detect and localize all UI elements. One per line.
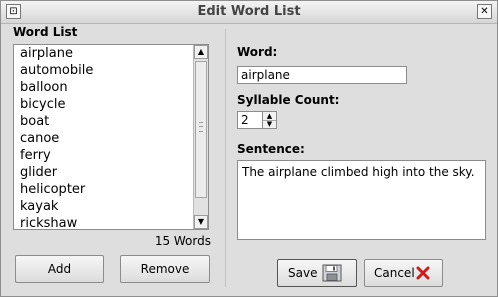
edit-word-list-window: ⊡ Edit Word List ✕ Word List airplane au… [0,0,498,297]
list-item[interactable]: rickshaw [14,215,192,229]
word-count-label: 15 Words [154,234,211,248]
cancel-button[interactable]: Cancel [364,259,443,287]
pane-divider [225,29,226,287]
word-input[interactable]: airplane [237,66,407,84]
scrollbar-thumb[interactable] [195,61,207,198]
red-x-icon [416,266,430,280]
scroll-down-arrow-icon[interactable]: ▼ [194,215,208,229]
word-list-scrollbar[interactable]: ▲ ▼ [193,45,208,229]
list-item[interactable]: glider [14,164,192,181]
list-item[interactable]: ferry [14,147,192,164]
list-item[interactable]: airplane [14,45,192,62]
save-button-label: Save [288,266,318,280]
syllable-count-label: Syllable Count: [237,93,340,107]
list-item[interactable]: canoe [14,130,192,147]
cancel-button-label: Cancel [374,266,415,280]
title-bar[interactable]: ⊡ Edit Word List ✕ [1,1,497,24]
list-item[interactable]: balloon [14,79,192,96]
list-item[interactable]: bicycle [14,96,192,113]
window-title: Edit Word List [197,4,301,19]
word-list-items: airplane automobile balloon bicycle boat… [14,45,192,229]
syllable-count-spinner[interactable]: 2 ▲ ▼ [237,111,277,129]
word-listbox[interactable]: airplane automobile balloon bicycle boat… [13,44,209,230]
list-item[interactable]: kayak [14,198,192,215]
word-list-label: Word List [13,25,78,39]
sentence-label: Sentence: [237,142,305,156]
spin-down-icon[interactable]: ▼ [263,120,276,128]
list-item[interactable]: automobile [14,62,192,79]
grip-icon [199,122,203,132]
floppy-disk-icon [322,264,342,282]
word-label: Word: [237,45,278,59]
save-button[interactable]: Save [277,259,357,287]
add-button[interactable]: Add [15,255,104,283]
remove-button[interactable]: Remove [120,255,210,283]
syllable-count-value[interactable]: 2 [241,113,249,127]
list-item[interactable]: helicopter [14,181,192,198]
sentence-textarea[interactable]: The airplane climbed high into the sky. [237,160,486,240]
list-item[interactable]: boat [14,113,192,130]
spinner-buttons: ▲ ▼ [262,112,276,128]
scroll-up-arrow-icon[interactable]: ▲ [194,45,208,59]
close-icon[interactable]: ✕ [477,4,492,19]
